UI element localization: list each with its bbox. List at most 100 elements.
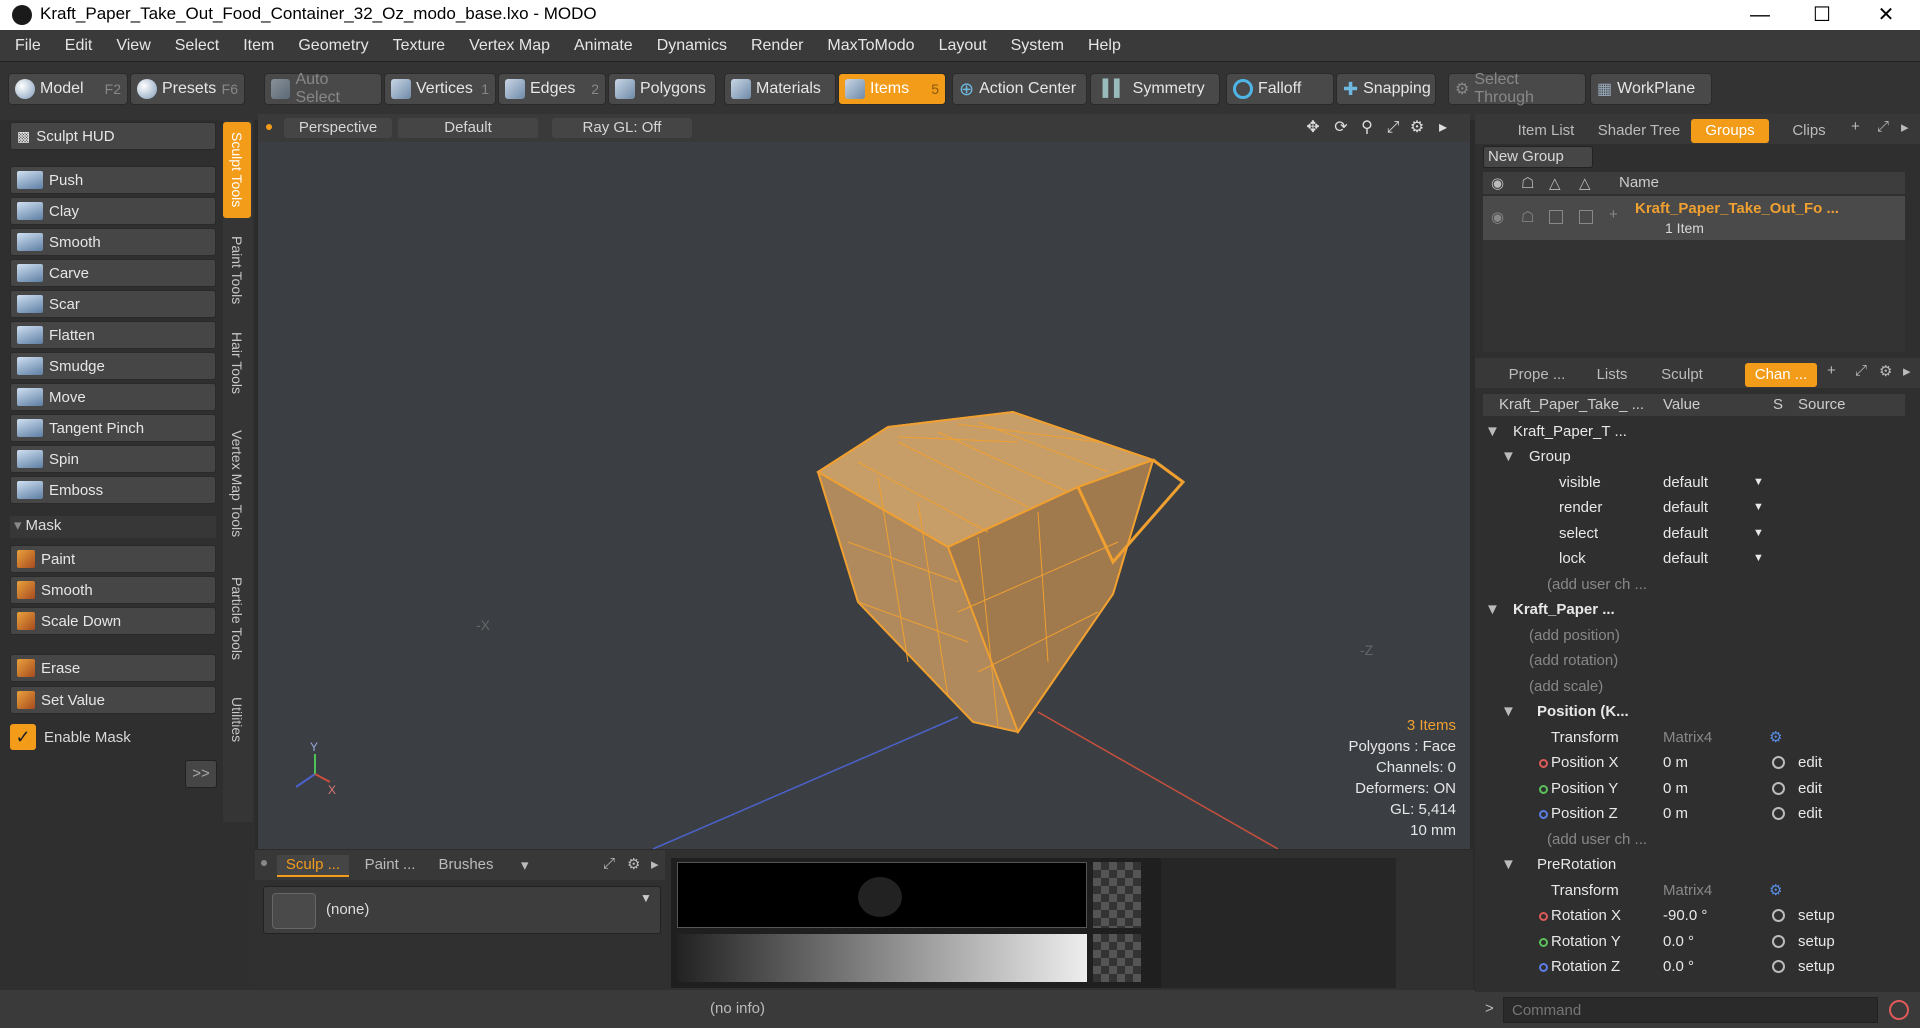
add-tab2-icon[interactable]: + xyxy=(1827,362,1836,379)
expand-panel-button[interactable]: >> xyxy=(185,760,217,788)
menu-animate[interactable]: Animate xyxy=(562,30,645,62)
3d-viewport[interactable]: Perspective Default Ray GL: Off ✥ ⟳ ⚲ ⤢ … xyxy=(258,114,1470,849)
viewport-settings-icon[interactable]: ⚙ xyxy=(1408,119,1426,137)
zoom-icon[interactable]: ⚲ xyxy=(1358,119,1376,137)
menu-file[interactable]: File xyxy=(3,30,53,62)
tab-particle-tools[interactable]: Particle Tools xyxy=(223,564,251,674)
mask-header[interactable]: ▾ Mask xyxy=(10,516,216,538)
action-center-button[interactable]: ⊕ Action Center xyxy=(952,73,1087,105)
tab-utilities[interactable]: Utilities xyxy=(223,680,251,760)
channel-value[interactable]: default xyxy=(1663,521,1708,546)
channel-row[interactable]: lock default ▼ xyxy=(1483,546,1908,572)
shading-dropdown[interactable]: Default xyxy=(398,118,538,138)
tool-spin[interactable]: Spin xyxy=(10,445,216,473)
menu-geometry[interactable]: Geometry xyxy=(286,30,380,62)
keyframe-circle-icon[interactable] xyxy=(1772,935,1785,948)
menu-item[interactable]: Item xyxy=(231,30,286,62)
falloff-button[interactable]: Falloff xyxy=(1226,73,1334,105)
model-button[interactable]: Model F2 xyxy=(8,73,128,105)
checkbox-checked-icon[interactable]: ✓ xyxy=(10,724,36,750)
channel-row[interactable]: (add position) xyxy=(1483,623,1908,649)
raygl-toggle[interactable]: Ray GL: Off xyxy=(552,118,692,138)
tab-channels[interactable]: Chan ... xyxy=(1745,363,1817,387)
mask-smooth[interactable]: Smooth xyxy=(10,576,216,604)
viewport-more-icon[interactable]: ▸ xyxy=(1434,119,1452,137)
channel-row[interactable]: ▼ PreRotation xyxy=(1483,852,1908,878)
mask-paint[interactable]: Paint xyxy=(10,545,216,573)
dropdown-icon[interactable]: ▼ xyxy=(1753,546,1764,571)
channel-row[interactable]: Rotation X -90.0 ° setup xyxy=(1483,903,1908,929)
channel-row[interactable]: Transform Matrix4 ⚙ xyxy=(1483,878,1908,904)
keyframe-circle-icon[interactable] xyxy=(1772,756,1785,769)
tool-smooth[interactable]: Smooth xyxy=(10,228,216,256)
channel-row[interactable]: Transform Matrix4 ⚙ xyxy=(1483,725,1908,751)
channel-value[interactable]: default xyxy=(1663,495,1708,520)
items-button[interactable]: Items 5 xyxy=(838,73,946,105)
tool-carve[interactable]: Carve xyxy=(10,259,216,287)
rotate-icon[interactable]: ⟳ xyxy=(1332,119,1350,137)
menu-help[interactable]: Help xyxy=(1076,30,1133,62)
channel-value[interactable]: 0 m xyxy=(1663,776,1688,801)
menu-vertex-map[interactable]: Vertex Map xyxy=(457,30,562,62)
select-toggle-icon[interactable] xyxy=(1579,210,1593,224)
maximize-icon[interactable]: ☐ xyxy=(1792,0,1852,30)
tab-sculpt-props[interactable]: Sculpt xyxy=(1649,363,1715,387)
close-icon[interactable]: ✕ xyxy=(1856,0,1916,30)
tab-properties[interactable]: Prope ... xyxy=(1499,363,1575,387)
snapping-button[interactable]: ✚ Snapping xyxy=(1336,73,1436,105)
tabs-dropdown-icon[interactable]: ▾ xyxy=(521,856,529,874)
fit-icon[interactable]: ⤢ xyxy=(1384,119,1402,137)
symmetry-button[interactable]: ▐▐ Symmetry xyxy=(1090,73,1220,105)
expand-plus-icon[interactable]: + xyxy=(1609,206,1618,223)
view-mode-dropdown[interactable]: Perspective xyxy=(284,118,392,138)
gear-icon[interactable]: ⚙ xyxy=(1769,878,1782,903)
tool-scar[interactable]: Scar xyxy=(10,290,216,318)
mask-scale-down[interactable]: Scale Down xyxy=(10,607,216,635)
brush-selector[interactable]: (none) ▼ xyxy=(263,886,661,934)
keyframe-circle-icon[interactable] xyxy=(1772,782,1785,795)
channels-settings-icon[interactable]: ⚙ xyxy=(1879,362,1892,380)
visibility-toggle-icon[interactable]: ◉ xyxy=(1491,208,1504,226)
menu-system[interactable]: System xyxy=(999,30,1076,62)
tool-emboss[interactable]: Emboss xyxy=(10,476,216,504)
keyframe-circle-icon[interactable] xyxy=(1772,960,1785,973)
tab-paint-tools[interactable]: Paint Tools xyxy=(223,224,251,316)
channel-value[interactable]: 0 m xyxy=(1663,801,1688,826)
tab-brushes[interactable]: Brushes xyxy=(431,855,501,877)
channel-row[interactable]: Rotation Y 0.0 ° setup xyxy=(1483,929,1908,955)
dropdown-icon[interactable]: ▼ xyxy=(1753,495,1764,520)
enable-mask-toggle[interactable]: ✓ Enable Mask xyxy=(10,723,216,751)
panel-more-icon[interactable]: ▸ xyxy=(651,855,659,873)
set-value-button[interactable]: Set Value xyxy=(10,686,216,714)
menu-view[interactable]: View xyxy=(104,30,162,62)
auto-select-button[interactable]: Auto Select xyxy=(264,71,382,106)
tool-tangent-pinch[interactable]: Tangent Pinch xyxy=(10,414,216,442)
tab-shader-tree[interactable]: Shader Tree xyxy=(1591,119,1687,143)
lock-toggle-icon[interactable] xyxy=(1549,210,1563,224)
channel-row[interactable]: visible default ▼ xyxy=(1483,470,1908,496)
channel-value[interactable]: -90.0 ° xyxy=(1663,903,1707,928)
menu-edit[interactable]: Edit xyxy=(53,30,105,62)
channel-row[interactable]: (add user ch ... xyxy=(1483,572,1908,598)
polygons-button[interactable]: Polygons xyxy=(608,73,716,105)
channel-row[interactable]: ▼ Kraft_Paper_T ... xyxy=(1483,419,1908,445)
tool-move[interactable]: Move xyxy=(10,383,216,411)
presets-button[interactable]: Presets F6 xyxy=(130,73,245,105)
channel-row[interactable]: (add rotation) xyxy=(1483,648,1908,674)
vertices-button[interactable]: Vertices 1 xyxy=(384,73,496,105)
dropdown-icon[interactable]: ▼ xyxy=(1753,470,1764,495)
edges-button[interactable]: Edges 2 xyxy=(498,73,606,105)
channels-more-icon[interactable]: ▸ xyxy=(1903,362,1911,380)
groups-more-icon[interactable]: ▸ xyxy=(1901,118,1909,136)
dropdown-icon[interactable]: ▼ xyxy=(1753,521,1764,546)
menu-select[interactable]: Select xyxy=(163,30,231,62)
channel-row[interactable]: select default ▼ xyxy=(1483,521,1908,547)
tab-sculpt[interactable]: Sculp ... xyxy=(277,855,349,877)
channel-row[interactable]: ▼ Group xyxy=(1483,444,1908,470)
channel-value[interactable]: 0 m xyxy=(1663,750,1688,775)
channel-row[interactable]: Position Y 0 m edit xyxy=(1483,776,1908,802)
channel-row[interactable]: Position X 0 m edit xyxy=(1483,750,1908,776)
tab-vertex-map-tools[interactable]: Vertex Map Tools xyxy=(223,410,251,558)
group-row[interactable]: ◉ ☖ + Kraft_Paper_Take_Out_Fo ... 1 Item xyxy=(1483,196,1905,240)
channel-row[interactable]: (add scale) xyxy=(1483,674,1908,700)
